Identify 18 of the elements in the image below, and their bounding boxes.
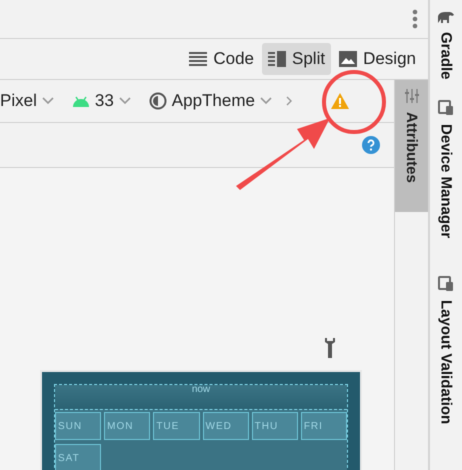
view-mode-tab[interactable]: Split bbox=[262, 43, 332, 75]
view-mode-tab[interactable]: Design bbox=[333, 43, 422, 75]
day-label: TUE bbox=[153, 412, 200, 440]
attributes-tab[interactable]: Attributes bbox=[395, 80, 428, 212]
api-level-dropdown[interactable]: 33 bbox=[72, 91, 131, 111]
theme-dropdown[interactable]: AppTheme bbox=[148, 91, 272, 111]
day-label: FRI bbox=[300, 412, 347, 440]
day-label: SAT bbox=[55, 444, 102, 470]
tool-window-tab[interactable]: Gradle bbox=[437, 10, 455, 80]
day-label: SUN bbox=[55, 412, 102, 440]
day-label: WED bbox=[202, 412, 249, 440]
day-label: THU bbox=[252, 412, 298, 440]
view-mode-tab[interactable]: Code bbox=[183, 43, 260, 75]
day-label: MON bbox=[104, 412, 150, 440]
tool-window-tab[interactable]: Device Manager bbox=[438, 100, 454, 238]
device-dropdown[interactable]: Pixel bbox=[0, 91, 54, 111]
title-text: now bbox=[192, 385, 210, 397]
tool-window-tab[interactable]: Layout Validation bbox=[438, 276, 454, 424]
